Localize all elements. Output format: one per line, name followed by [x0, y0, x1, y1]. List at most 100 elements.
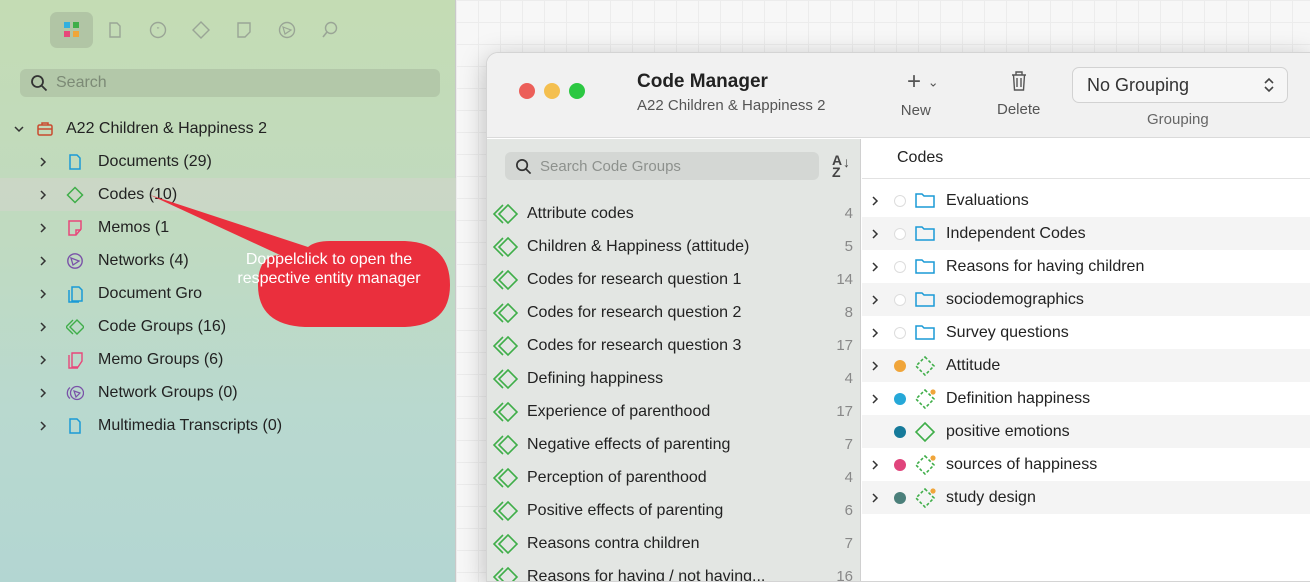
code-row[interactable]: sociodemographics	[862, 283, 1310, 316]
chevron-right-icon[interactable]	[868, 458, 882, 472]
chevron-right-icon[interactable]	[36, 287, 50, 301]
grouping-value: No Grouping	[1087, 74, 1190, 95]
chevron-right-icon[interactable]	[36, 353, 50, 367]
memo-icon	[64, 217, 86, 239]
code-group-row[interactable]: Defining happiness 4	[487, 362, 861, 395]
chevron-right-icon[interactable]	[36, 386, 50, 400]
code-group-row[interactable]: Negative effects of parenting 7	[487, 428, 861, 461]
code-group-label: Codes for research question 2	[527, 303, 742, 321]
chevron-right-icon[interactable]	[36, 188, 50, 202]
search-icon	[31, 75, 48, 92]
chevron-right-icon[interactable]	[868, 260, 882, 274]
code-group-icon	[492, 434, 519, 461]
sidebar-item-label: Network Groups (0)	[98, 383, 238, 401]
code-label: Reasons for having children	[946, 257, 1145, 275]
code-color-dot	[894, 359, 906, 372]
code-group-label: Experience of parenthood	[527, 402, 711, 420]
code-group-row[interactable]: Codes for research question 3 17	[487, 329, 861, 362]
code-label: Survey questions	[946, 323, 1069, 341]
code-group-count: 4	[844, 205, 853, 222]
chevron-right-icon[interactable]	[868, 194, 882, 208]
smart-code-icon	[914, 388, 936, 415]
code-group-row[interactable]: Codes for research question 1 14	[487, 263, 861, 296]
project-root[interactable]: A22 Children & Happiness 2	[0, 112, 456, 145]
code-group-icon	[492, 533, 519, 560]
code-groups-search-input[interactable]	[540, 157, 800, 175]
code-group-count: 17	[836, 403, 853, 420]
quotations-tab[interactable]: "	[136, 12, 179, 48]
code-row[interactable]: Definition happiness	[862, 382, 1310, 415]
code-group-row[interactable]: Positive effects of parenting 6	[487, 494, 861, 527]
zoom-window-button[interactable]	[569, 83, 585, 99]
codes-column-header[interactable]: Codes	[862, 139, 1310, 179]
code-label: study design	[946, 488, 1036, 506]
folder-icon	[914, 223, 936, 248]
chevron-right-icon[interactable]	[36, 221, 50, 235]
code-group-row[interactable]: Experience of parenthood 17	[487, 395, 861, 428]
search-tab[interactable]	[308, 12, 351, 48]
chevron-right-icon[interactable]	[868, 293, 882, 307]
code-group-row[interactable]: Reasons contra children 7	[487, 527, 861, 560]
code-label: positive emotions	[946, 422, 1070, 440]
code-group-icon	[492, 335, 519, 362]
code-color-dot	[894, 392, 906, 405]
sidebar-item-document[interactable]: Documents (29)	[0, 145, 456, 178]
code-icon	[191, 21, 210, 39]
sidebar-search[interactable]	[20, 69, 440, 97]
chevron-right-icon[interactable]	[36, 155, 50, 169]
new-button[interactable]: + ⌄ New	[901, 68, 939, 119]
code-group-row[interactable]: Perception of parenthood 4	[487, 461, 861, 494]
code-group-row[interactable]: Attribute codes 4	[487, 197, 861, 230]
sort-az-button[interactable]: A Z ↓	[832, 153, 850, 179]
chevron-right-icon[interactable]	[36, 254, 50, 268]
chevron-right-icon[interactable]	[868, 359, 882, 373]
sidebar-item-transcript[interactable]: Multimedia Transcripts (0)	[0, 409, 456, 442]
minimize-window-button[interactable]	[544, 83, 560, 99]
code-group-label: Attribute codes	[527, 204, 634, 222]
code-group-row[interactable]: Reasons for having / not having... 16	[487, 560, 861, 582]
document-icon	[108, 22, 121, 38]
grouping-select[interactable]: No Grouping	[1072, 67, 1288, 103]
code-group-label: Reasons contra children	[527, 534, 700, 552]
close-window-button[interactable]	[519, 83, 535, 99]
networks-tab[interactable]	[265, 12, 308, 48]
smart-code-icon	[914, 355, 936, 382]
chevron-right-icon[interactable]	[868, 326, 882, 340]
code-group-icon	[492, 269, 519, 296]
code-row[interactable]: study design	[862, 481, 1310, 514]
codes-tab[interactable]	[179, 12, 222, 48]
empty-color-dot	[894, 227, 906, 240]
code-row[interactable]: Survey questions	[862, 316, 1310, 349]
code-group-label: Negative effects of parenting	[527, 435, 731, 453]
code-row[interactable]: sources of happiness	[862, 448, 1310, 481]
delete-button[interactable]: Delete	[997, 69, 1040, 118]
sidebar-item-memo-group[interactable]: Memo Groups (6)	[0, 343, 456, 376]
project-tab[interactable]	[50, 12, 93, 48]
sidebar-item-network-group[interactable]: Network Groups (0)	[0, 376, 456, 409]
memos-tab[interactable]	[222, 12, 265, 48]
plus-icon: + ⌄	[907, 68, 939, 95]
sidebar-search-input[interactable]	[56, 74, 416, 92]
project-name: A22 Children & Happiness 2	[66, 119, 268, 137]
chevron-right-icon[interactable]	[868, 392, 882, 406]
code-color-dot	[894, 491, 906, 504]
documents-tab[interactable]	[93, 12, 136, 48]
chevron-right-icon[interactable]	[36, 320, 50, 334]
code-row[interactable]: Independent Codes	[862, 217, 1310, 250]
chevron-down-icon: ⌄	[927, 74, 939, 90]
code-group-row[interactable]: Codes for research question 2 8	[487, 296, 861, 329]
code-row[interactable]: Evaluations	[862, 184, 1310, 217]
code-groups-search[interactable]	[505, 152, 819, 180]
code-group-count: 5	[844, 238, 853, 255]
search-icon	[321, 21, 337, 38]
code-group-label: Reasons for having / not having...	[527, 567, 766, 582]
project-briefcase-icon	[34, 118, 56, 140]
chevron-right-icon[interactable]	[868, 227, 882, 241]
chevron-down-icon[interactable]	[12, 122, 26, 136]
code-row[interactable]: Attitude	[862, 349, 1310, 382]
chevron-right-icon[interactable]	[36, 419, 50, 433]
code-row[interactable]: positive emotions	[862, 415, 1310, 448]
code-group-row[interactable]: Children & Happiness (attitude) 5	[487, 230, 861, 263]
code-row[interactable]: Reasons for having children	[862, 250, 1310, 283]
chevron-right-icon[interactable]	[868, 491, 882, 505]
